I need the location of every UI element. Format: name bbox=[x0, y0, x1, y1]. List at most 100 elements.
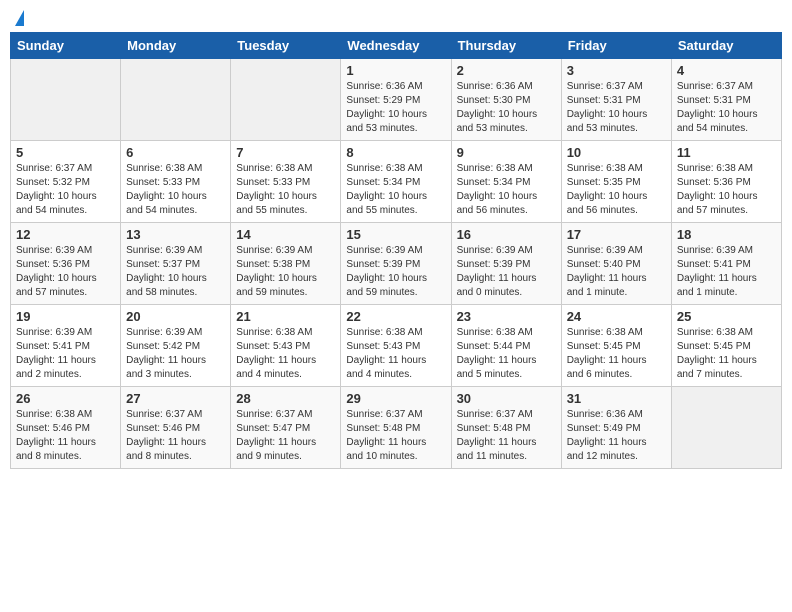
day-number: 28 bbox=[236, 391, 335, 406]
day-info: Sunrise: 6:38 AM Sunset: 5:45 PM Dayligh… bbox=[677, 326, 776, 382]
calendar-cell: 1Sunrise: 6:36 AM Sunset: 5:29 PM Daylig… bbox=[341, 59, 451, 141]
logo-triangle-icon bbox=[15, 10, 24, 26]
calendar-cell: 31 Sunrise: 6:36 AM Sunset: 5:49 PM Dayli… bbox=[561, 387, 671, 469]
day-number: 9 bbox=[457, 145, 556, 160]
day-number: 31 bbox=[567, 391, 666, 406]
calendar-cell: 29 Sunrise: 6:37 AM Sunset: 5:48 PM Dayli… bbox=[341, 387, 451, 469]
day-number: 23 bbox=[457, 309, 556, 324]
calendar-cell: 9 Sunrise: 6:38 AM Sunset: 5:34 PM Daylig… bbox=[451, 141, 561, 223]
day-info: Sunrise: 6:38 AM Sunset: 5:34 PM Dayligh… bbox=[346, 162, 445, 218]
day-info: Sunrise: 6:38 AM Sunset: 5:43 PM Dayligh… bbox=[236, 326, 335, 382]
page-header bbox=[10, 10, 782, 24]
calendar-week-row: 12Sunrise: 6:39 AM Sunset: 5:36 PM Dayli… bbox=[11, 223, 782, 305]
day-info: Sunrise: 6:38 AM Sunset: 5:34 PM Dayligh… bbox=[457, 162, 556, 218]
calendar-cell: 30Sunrise: 6:37 AM Sunset: 5:48 PM Dayli… bbox=[451, 387, 561, 469]
day-info: Sunrise: 6:38 AM Sunset: 5:35 PM Dayligh… bbox=[567, 162, 666, 218]
day-info: Sunrise: 6:37 AM Sunset: 5:48 PM Dayligh… bbox=[346, 408, 445, 464]
day-info: Sunrise: 6:39 AM Sunset: 5:39 PM Dayligh… bbox=[457, 244, 556, 300]
calendar-cell: 15 Sunrise: 6:39 AM Sunset: 5:39 PM Dayli… bbox=[341, 223, 451, 305]
calendar-cell: 2 Sunrise: 6:36 AM Sunset: 5:30 PM Daylig… bbox=[451, 59, 561, 141]
calendar-cell: 4 Sunrise: 6:37 AM Sunset: 5:31 PM Daylig… bbox=[671, 59, 781, 141]
day-info: Sunrise: 6:38 AM Sunset: 5:43 PM Dayligh… bbox=[346, 326, 445, 382]
day-info: Sunrise: 6:39 AM Sunset: 5:39 PM Dayligh… bbox=[346, 244, 445, 300]
day-number: 19 bbox=[16, 309, 115, 324]
calendar-cell: 23 Sunrise: 6:38 AM Sunset: 5:44 PM Dayli… bbox=[451, 305, 561, 387]
calendar-cell: 26 Sunrise: 6:38 AM Sunset: 5:46 PM Dayli… bbox=[11, 387, 121, 469]
day-info: Sunrise: 6:38 AM Sunset: 5:46 PM Dayligh… bbox=[16, 408, 115, 464]
day-number: 7 bbox=[236, 145, 335, 160]
day-info: Sunrise: 6:37 AM Sunset: 5:46 PM Dayligh… bbox=[126, 408, 225, 464]
calendar-cell: 6 Sunrise: 6:38 AM Sunset: 5:33 PM Daylig… bbox=[121, 141, 231, 223]
calendar-cell bbox=[671, 387, 781, 469]
day-number: 25 bbox=[677, 309, 776, 324]
calendar-cell bbox=[231, 59, 341, 141]
day-info: Sunrise: 6:37 AM Sunset: 5:31 PM Dayligh… bbox=[567, 80, 666, 136]
day-info: Sunrise: 6:38 AM Sunset: 5:44 PM Dayligh… bbox=[457, 326, 556, 382]
calendar-cell: 16 Sunrise: 6:39 AM Sunset: 5:39 PM Dayli… bbox=[451, 223, 561, 305]
day-info: Sunrise: 6:38 AM Sunset: 5:36 PM Dayligh… bbox=[677, 162, 776, 218]
col-header-saturday: Saturday bbox=[671, 33, 781, 59]
calendar-cell: 17 Sunrise: 6:39 AM Sunset: 5:40 PM Dayli… bbox=[561, 223, 671, 305]
calendar-cell: 5Sunrise: 6:37 AM Sunset: 5:32 PM Daylig… bbox=[11, 141, 121, 223]
day-number: 2 bbox=[457, 63, 556, 78]
day-info: Sunrise: 6:39 AM Sunset: 5:40 PM Dayligh… bbox=[567, 244, 666, 300]
day-info: Sunrise: 6:39 AM Sunset: 5:42 PM Dayligh… bbox=[126, 326, 225, 382]
day-info: Sunrise: 6:37 AM Sunset: 5:31 PM Dayligh… bbox=[677, 80, 776, 136]
calendar-cell: 22Sunrise: 6:38 AM Sunset: 5:43 PM Dayli… bbox=[341, 305, 451, 387]
day-info: Sunrise: 6:37 AM Sunset: 5:48 PM Dayligh… bbox=[457, 408, 556, 464]
day-number: 15 bbox=[346, 227, 445, 242]
day-number: 1 bbox=[346, 63, 445, 78]
day-info: Sunrise: 6:38 AM Sunset: 5:33 PM Dayligh… bbox=[126, 162, 225, 218]
calendar-cell: 20Sunrise: 6:39 AM Sunset: 5:42 PM Dayli… bbox=[121, 305, 231, 387]
col-header-wednesday: Wednesday bbox=[341, 33, 451, 59]
day-number: 21 bbox=[236, 309, 335, 324]
day-number: 4 bbox=[677, 63, 776, 78]
calendar-cell: 24 Sunrise: 6:38 AM Sunset: 5:45 PM Dayli… bbox=[561, 305, 671, 387]
calendar-cell: 12Sunrise: 6:39 AM Sunset: 5:36 PM Dayli… bbox=[11, 223, 121, 305]
day-number: 29 bbox=[346, 391, 445, 406]
day-number: 18 bbox=[677, 227, 776, 242]
day-number: 16 bbox=[457, 227, 556, 242]
day-info: Sunrise: 6:37 AM Sunset: 5:47 PM Dayligh… bbox=[236, 408, 335, 464]
day-number: 3 bbox=[567, 63, 666, 78]
logo bbox=[14, 10, 24, 24]
day-number: 13 bbox=[126, 227, 225, 242]
calendar-cell: 10Sunrise: 6:38 AM Sunset: 5:35 PM Dayli… bbox=[561, 141, 671, 223]
calendar-cell bbox=[121, 59, 231, 141]
col-header-friday: Friday bbox=[561, 33, 671, 59]
calendar-cell: 19 Sunrise: 6:39 AM Sunset: 5:41 PM Dayli… bbox=[11, 305, 121, 387]
calendar-cell: 27 Sunrise: 6:37 AM Sunset: 5:46 PM Dayli… bbox=[121, 387, 231, 469]
col-header-tuesday: Tuesday bbox=[231, 33, 341, 59]
col-header-thursday: Thursday bbox=[451, 33, 561, 59]
calendar-cell: 28 Sunrise: 6:37 AM Sunset: 5:47 PM Dayli… bbox=[231, 387, 341, 469]
day-number: 11 bbox=[677, 145, 776, 160]
calendar-cell: 8 Sunrise: 6:38 AM Sunset: 5:34 PM Daylig… bbox=[341, 141, 451, 223]
day-number: 8 bbox=[346, 145, 445, 160]
day-info: Sunrise: 6:36 AM Sunset: 5:30 PM Dayligh… bbox=[457, 80, 556, 136]
day-info: Sunrise: 6:39 AM Sunset: 5:41 PM Dayligh… bbox=[16, 326, 115, 382]
day-number: 6 bbox=[126, 145, 225, 160]
day-info: Sunrise: 6:37 AM Sunset: 5:32 PM Dayligh… bbox=[16, 162, 115, 218]
day-info: Sunrise: 6:36 AM Sunset: 5:49 PM Dayligh… bbox=[567, 408, 666, 464]
day-number: 24 bbox=[567, 309, 666, 324]
calendar-week-row: 5Sunrise: 6:37 AM Sunset: 5:32 PM Daylig… bbox=[11, 141, 782, 223]
calendar-week-row: 26 Sunrise: 6:38 AM Sunset: 5:46 PM Dayli… bbox=[11, 387, 782, 469]
calendar-cell: 18 Sunrise: 6:39 AM Sunset: 5:41 PM Dayli… bbox=[671, 223, 781, 305]
calendar-cell: 7 Sunrise: 6:38 AM Sunset: 5:33 PM Daylig… bbox=[231, 141, 341, 223]
calendar-week-row: 1Sunrise: 6:36 AM Sunset: 5:29 PM Daylig… bbox=[11, 59, 782, 141]
day-info: Sunrise: 6:39 AM Sunset: 5:36 PM Dayligh… bbox=[16, 244, 115, 300]
day-info: Sunrise: 6:39 AM Sunset: 5:38 PM Dayligh… bbox=[236, 244, 335, 300]
calendar-cell: 3 Sunrise: 6:37 AM Sunset: 5:31 PM Daylig… bbox=[561, 59, 671, 141]
day-number: 27 bbox=[126, 391, 225, 406]
calendar-cell: 21 Sunrise: 6:38 AM Sunset: 5:43 PM Dayli… bbox=[231, 305, 341, 387]
calendar-table: SundayMondayTuesdayWednesdayThursdayFrid… bbox=[10, 32, 782, 469]
calendar-cell: 13Sunrise: 6:39 AM Sunset: 5:37 PM Dayli… bbox=[121, 223, 231, 305]
day-info: Sunrise: 6:38 AM Sunset: 5:45 PM Dayligh… bbox=[567, 326, 666, 382]
day-info: Sunrise: 6:38 AM Sunset: 5:33 PM Dayligh… bbox=[236, 162, 335, 218]
calendar-cell bbox=[11, 59, 121, 141]
day-info: Sunrise: 6:39 AM Sunset: 5:41 PM Dayligh… bbox=[677, 244, 776, 300]
day-number: 26 bbox=[16, 391, 115, 406]
day-number: 17 bbox=[567, 227, 666, 242]
calendar-header-row: SundayMondayTuesdayWednesdayThursdayFrid… bbox=[11, 33, 782, 59]
col-header-sunday: Sunday bbox=[11, 33, 121, 59]
